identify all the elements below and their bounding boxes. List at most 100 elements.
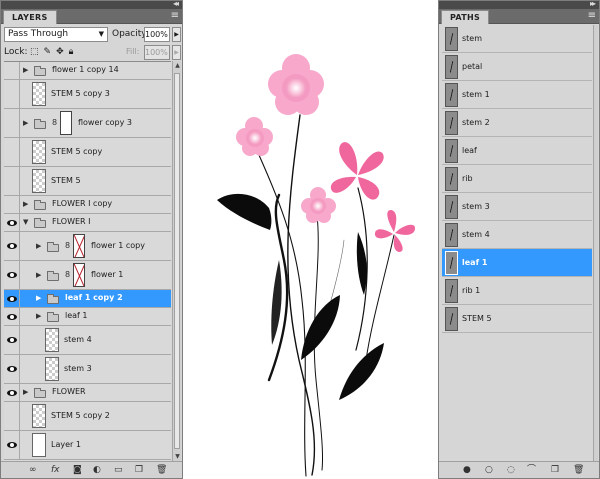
visibility-toggle[interactable]: [4, 109, 20, 137]
visibility-toggle[interactable]: [4, 167, 20, 195]
expand-right-icon[interactable]: ▶: [36, 294, 41, 302]
expand-right-icon[interactable]: ▶: [23, 66, 28, 74]
chain-link-icon[interactable]: 8: [52, 118, 57, 127]
tab-layers[interactable]: LAYERS: [3, 10, 57, 24]
fill-input[interactable]: 100%: [144, 45, 170, 60]
stroke-path-icon[interactable]: ○: [485, 464, 493, 476]
expand-right-icon[interactable]: ▶: [36, 271, 41, 279]
layer-thumbnail[interactable]: [32, 82, 46, 106]
visibility-toggle[interactable]: [4, 326, 20, 354]
document-canvas[interactable]: [184, 0, 437, 479]
layer-thumbnail[interactable]: [45, 328, 59, 352]
trash-icon[interactable]: 🗑︎: [573, 464, 584, 476]
path-row[interactable]: rib 1: [442, 277, 592, 305]
vector-mask-thumbnail[interactable]: [73, 234, 85, 258]
lock-pixels-icon[interactable]: ✎: [44, 46, 52, 58]
make-work-path-icon[interactable]: ⌒: [527, 464, 536, 476]
expand-right-icon[interactable]: ▶: [36, 242, 41, 250]
layer-row[interactable]: ▶ 8 flower 1 copy: [4, 232, 171, 261]
layer-thumbnail[interactable]: [32, 169, 46, 193]
new-layer-icon[interactable]: ❐: [135, 464, 143, 476]
collapse-icon[interactable]: ◂◂: [173, 1, 179, 8]
layer-thumbnail[interactable]: [32, 404, 46, 428]
tab-paths[interactable]: PATHS: [441, 10, 490, 24]
layer-thumbnail[interactable]: [45, 357, 59, 381]
scroll-up-icon[interactable]: ▲: [173, 61, 182, 71]
visibility-toggle[interactable]: [4, 402, 20, 430]
path-row[interactable]: stem: [442, 25, 592, 53]
visibility-toggle[interactable]: [4, 290, 20, 307]
path-row[interactable]: leaf: [442, 137, 592, 165]
layer-row[interactable]: ▶ leaf 1: [4, 308, 171, 326]
layer-row[interactable]: ▶ FLOWER: [4, 384, 171, 402]
link-icon[interactable]: ∞: [29, 464, 37, 476]
expand-right-icon[interactable]: ▶: [23, 119, 28, 127]
load-selection-icon[interactable]: ◌: [507, 464, 515, 476]
layer-thumbnail[interactable]: [32, 433, 46, 457]
lock-position-icon[interactable]: ✥: [56, 46, 64, 58]
mask-icon[interactable]: ◙: [73, 464, 82, 476]
panel-menu-icon[interactable]: ≡: [171, 10, 179, 22]
chain-link-icon[interactable]: 8: [65, 270, 70, 279]
paths-scrollbar[interactable]: [593, 25, 598, 462]
layer-row[interactable]: Layer 1: [4, 431, 171, 460]
lock-transparency-icon[interactable]: ⬚: [30, 46, 39, 58]
visibility-toggle[interactable]: [4, 196, 20, 213]
fill-path-icon[interactable]: ●: [463, 464, 471, 476]
blend-mode-select[interactable]: Pass Through ▼: [4, 27, 108, 42]
visibility-toggle[interactable]: [4, 384, 20, 401]
opacity-slider-arrow-icon[interactable]: ▶: [172, 27, 181, 42]
vector-mask-thumbnail[interactable]: [60, 111, 72, 135]
layer-row[interactable]: ▼ FLOWER I: [4, 214, 171, 232]
visibility-toggle[interactable]: [4, 80, 20, 108]
expand-right-icon[interactable]: ▶: [23, 388, 28, 396]
vector-mask-thumbnail[interactable]: [73, 263, 85, 287]
trash-icon[interactable]: 🗑︎: [156, 464, 167, 476]
visibility-toggle[interactable]: [4, 138, 20, 166]
path-row[interactable]: stem 1: [442, 81, 592, 109]
path-row[interactable]: leaf 1: [442, 249, 592, 277]
path-row[interactable]: stem 4: [442, 221, 592, 249]
expand-right-icon[interactable]: ▶: [23, 200, 28, 208]
chain-link-icon[interactable]: 8: [65, 241, 70, 250]
layer-row[interactable]: STEM 5 copy 2: [4, 402, 171, 431]
path-row[interactable]: petal: [442, 53, 592, 81]
layer-row[interactable]: STEM 5 copy 3: [4, 80, 171, 109]
visibility-toggle[interactable]: [4, 355, 20, 383]
layer-thumbnail[interactable]: [32, 140, 46, 164]
panel-menu-icon[interactable]: ≡: [588, 10, 596, 22]
collapse-icon[interactable]: ▸▸: [590, 1, 596, 8]
layer-row[interactable]: ▶ 8 flower 1: [4, 261, 171, 290]
path-row[interactable]: stem 2: [442, 109, 592, 137]
path-row[interactable]: stem 3: [442, 193, 592, 221]
lock-all-icon[interactable]: 🔒︎: [69, 46, 74, 58]
expand-right-icon[interactable]: ▶: [36, 312, 41, 320]
layer-row[interactable]: STEM 5 copy: [4, 138, 171, 167]
visibility-toggle[interactable]: [4, 62, 20, 79]
paths-titlebar[interactable]: ▸▸: [439, 1, 599, 9]
scroll-thumb[interactable]: [174, 73, 180, 449]
layer-row[interactable]: STEM 5: [4, 167, 171, 196]
new-group-icon[interactable]: ▭: [114, 464, 123, 476]
panel-titlebar[interactable]: ◂◂: [1, 1, 182, 9]
path-row[interactable]: STEM 5: [442, 305, 592, 333]
layer-row[interactable]: ▶ FLOWER I copy: [4, 196, 171, 214]
layer-row[interactable]: stem 4: [4, 326, 171, 355]
fx-icon[interactable]: fx: [51, 464, 60, 476]
fill-slider-arrow-icon[interactable]: ▶: [172, 45, 181, 60]
layer-row[interactable]: ▶ leaf 1 copy 2: [4, 290, 171, 308]
visibility-toggle[interactable]: [4, 431, 20, 459]
visibility-toggle[interactable]: [4, 308, 20, 325]
opacity-input[interactable]: 100%: [144, 27, 170, 42]
visibility-toggle[interactable]: [4, 232, 20, 260]
adjustment-icon[interactable]: ◐: [93, 464, 101, 476]
new-path-icon[interactable]: ❐: [551, 464, 559, 476]
path-row[interactable]: rib: [442, 165, 592, 193]
layers-scrollbar[interactable]: ▲ ▼: [172, 61, 181, 462]
visibility-toggle[interactable]: [4, 214, 20, 231]
layer-row[interactable]: ▶ 8 flower copy 3: [4, 109, 171, 138]
expand-down-icon[interactable]: ▼: [23, 218, 28, 226]
layer-row[interactable]: stem 3: [4, 355, 171, 384]
visibility-toggle[interactable]: [4, 261, 20, 289]
layer-row[interactable]: ▶ flower 1 copy 14: [4, 62, 171, 80]
